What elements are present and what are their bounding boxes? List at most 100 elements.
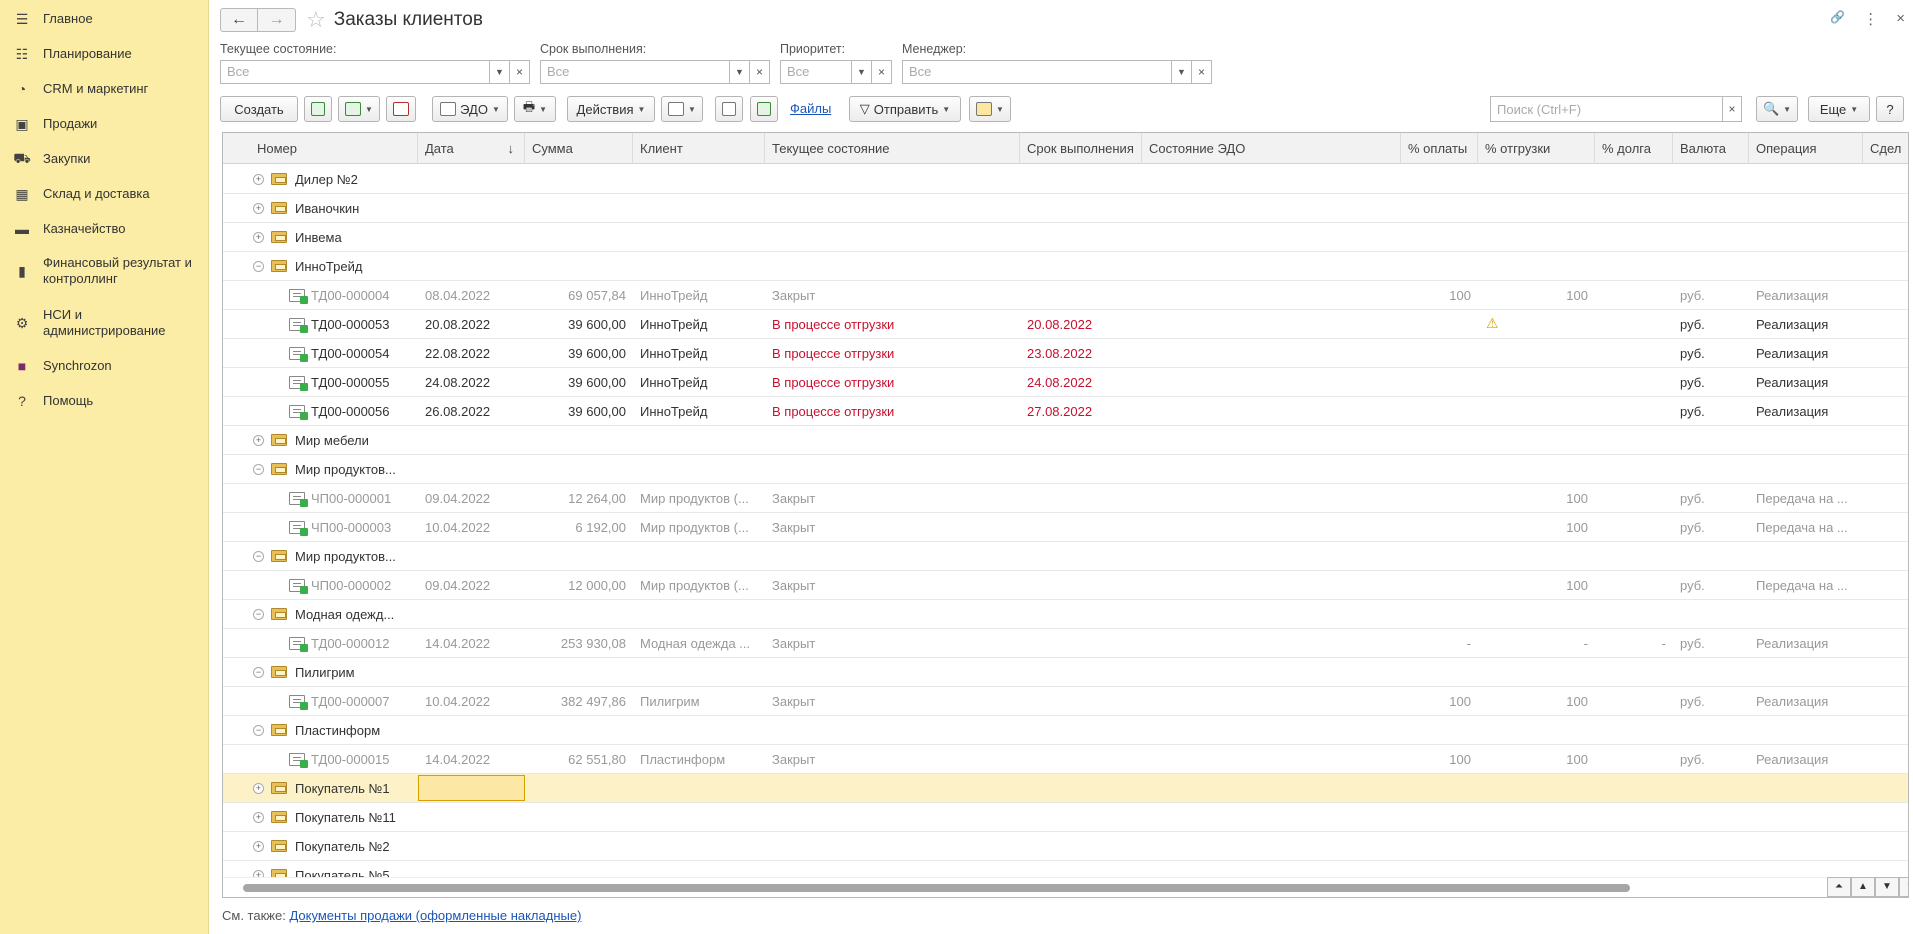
filter-due-input[interactable]: Все — [540, 60, 730, 84]
table-row[interactable]: ЧП00-000003 10.04.2022 6 192,00 Мир продукт… — [223, 513, 1908, 542]
more-button[interactable]: Еще ▼ — [1808, 96, 1870, 122]
last-row-icon[interactable]: ⏷ — [1899, 877, 1908, 897]
prev-row-icon[interactable]: ▲ — [1851, 877, 1875, 897]
group-row[interactable]: + Иваночкин — [223, 194, 1908, 223]
create-button[interactable]: Создать — [220, 96, 298, 122]
sidebar-item-6[interactable]: ▬ Казначейство — [0, 220, 209, 238]
group-row[interactable]: + Инвема — [223, 223, 1908, 252]
sidebar-item-4[interactable]: ⛟ Закупки — [0, 150, 209, 168]
column-header[interactable]: Дата ↓ — [418, 133, 525, 164]
table-row[interactable]: ТД00-000055 24.08.2022 39 600,00 ИнноТрейд В… — [223, 368, 1908, 397]
column-header[interactable]: Номер — [223, 133, 418, 164]
column-header[interactable]: % оплаты — [1401, 133, 1478, 164]
search-input[interactable]: Поиск (Ctrl+F) — [1490, 96, 1734, 122]
list-settings-button[interactable] — [715, 96, 743, 122]
collapse-icon[interactable]: − — [253, 725, 264, 736]
column-header[interactable]: Сдел — [1863, 133, 1908, 164]
sort-desc-icon[interactable]: ↓ — [508, 133, 515, 164]
table-row[interactable]: ТД00-000056 26.08.2022 39 600,00 ИнноТрейд В… — [223, 397, 1908, 426]
table-row[interactable]: ТД00-000007 10.04.2022 382 497,86 Пилигрим З… — [223, 687, 1908, 716]
expand-icon[interactable]: + — [253, 174, 264, 185]
clear-icon[interactable]: × — [750, 60, 770, 84]
edo-button[interactable]: ЭДО ▼ — [432, 96, 508, 122]
expand-icon[interactable]: + — [253, 841, 264, 852]
filter-state-input[interactable]: Все — [220, 60, 490, 84]
expand-icon[interactable]: + — [253, 812, 264, 823]
send-button[interactable]: ▽ Отправить ▼ — [849, 96, 961, 122]
back-button[interactable]: ← — [220, 8, 258, 32]
table-row[interactable]: ТД00-000015 14.04.2022 62 551,80 Пластинфор… — [223, 745, 1908, 774]
collapse-icon[interactable]: − — [253, 551, 264, 562]
sidebar-item-2[interactable]: ◔ CRM и маркетинг — [0, 80, 209, 98]
collapse-icon[interactable]: − — [253, 261, 264, 272]
chevron-down-icon[interactable]: ▼ — [490, 60, 510, 84]
sign-button[interactable] — [750, 96, 778, 122]
filter-priority-input[interactable]: Все — [780, 60, 852, 84]
column-header[interactable]: % долга — [1595, 133, 1673, 164]
sidebar-item-5[interactable]: ▦ Склад и доставка — [0, 185, 209, 203]
selected-cell[interactable] — [418, 775, 525, 801]
scrollbar-thumb[interactable] — [243, 884, 1630, 892]
more-menu-icon[interactable]: ⋮ — [1863, 10, 1878, 28]
sidebar-item-10[interactable]: ? Помощь — [0, 392, 209, 410]
sidebar-item-3[interactable]: ▣ Продажи — [0, 115, 209, 133]
filter-manager-input[interactable]: Все — [902, 60, 1172, 84]
table-row[interactable]: ЧП00-000001 09.04.2022 12 264,00 Мир продук… — [223, 484, 1908, 513]
clear-icon[interactable]: × — [510, 60, 530, 84]
group-row[interactable]: − ИнноТрейд — [223, 252, 1908, 281]
expand-icon[interactable]: + — [253, 435, 264, 446]
reports-button[interactable]: ▼ — [661, 96, 703, 122]
barcode-button[interactable] — [386, 96, 416, 122]
expand-icon[interactable]: + — [253, 783, 264, 794]
first-row-icon[interactable]: ⏶ — [1827, 877, 1851, 897]
sidebar-item-8[interactable]: ⚙ НСИ и администрирование — [0, 307, 209, 339]
files-link[interactable]: Файлы — [790, 101, 831, 116]
chevron-down-icon[interactable]: ▼ — [1172, 60, 1192, 84]
group-row[interactable]: + Дилер №2 — [223, 165, 1908, 194]
chevron-down-icon[interactable]: ▼ — [852, 60, 872, 84]
column-header[interactable]: Состояние ЭДО — [1142, 133, 1401, 164]
collapse-icon[interactable]: − — [253, 609, 264, 620]
expand-icon[interactable]: + — [253, 203, 264, 214]
clear-icon[interactable]: × — [1192, 60, 1212, 84]
table-row[interactable]: ТД00-000004 08.04.2022 69 057,84 ИнноТрейд З… — [223, 281, 1908, 310]
column-header[interactable]: Текущее состояние — [765, 133, 1020, 164]
column-header[interactable]: Срок выполнения — [1020, 133, 1142, 164]
next-row-icon[interactable]: ▼ — [1875, 877, 1899, 897]
create-based-on-button[interactable] — [304, 96, 332, 122]
table-row[interactable]: ТД00-000053 20.08.2022 39 600,00 ИнноТрейд В… — [223, 310, 1908, 339]
search-button[interactable]: 🔍 ▼ — [1756, 96, 1798, 122]
group-row[interactable]: − Мир продуктов... — [223, 542, 1908, 571]
close-icon[interactable]: × — [1896, 10, 1905, 28]
table-row[interactable]: ЧП00-000002 09.04.2022 12 000,00 Мир продук… — [223, 571, 1908, 600]
group-row[interactable]: − Пилигрим — [223, 658, 1908, 687]
sidebar-item-1[interactable]: ☷ Планирование — [0, 45, 209, 63]
help-button[interactable]: ? — [1876, 96, 1904, 122]
sidebar-item-0[interactable]: ☰ Главное — [0, 10, 209, 28]
column-header[interactable]: Валюта — [1673, 133, 1749, 164]
favorite-star-icon[interactable]: ☆ — [306, 7, 326, 33]
status-menu-button[interactable]: ▼ — [969, 96, 1011, 122]
copy-menu-button[interactable]: ▼ — [338, 96, 380, 122]
group-row[interactable]: − Модная одежд... — [223, 600, 1908, 629]
sidebar-item-9[interactable]: ■ Synchrozon — [0, 357, 209, 375]
group-row[interactable]: + Покупатель №1 — [223, 774, 1908, 803]
collapse-icon[interactable]: − — [253, 667, 264, 678]
group-row[interactable]: + Покупатель №11 — [223, 803, 1908, 832]
forward-button[interactable]: → — [258, 8, 296, 32]
group-row[interactable]: − Пластинформ — [223, 716, 1908, 745]
actions-button[interactable]: Действия ▼ — [567, 96, 655, 122]
print-button[interactable]: 🖶 ▼ — [514, 96, 556, 122]
expand-icon[interactable]: + — [253, 232, 264, 243]
column-header[interactable]: Операция — [1749, 133, 1863, 164]
table-row[interactable]: ТД00-000012 14.04.2022 253 930,08 Модная од… — [223, 629, 1908, 658]
sales-documents-link[interactable]: Документы продажи (оформленные накладные… — [289, 908, 581, 923]
column-header[interactable]: % отгрузки — [1478, 133, 1595, 164]
link-icon[interactable]: 🔗 — [1830, 10, 1845, 28]
group-row[interactable]: + Покупатель №2 — [223, 832, 1908, 861]
chevron-down-icon[interactable]: ▼ — [730, 60, 750, 84]
group-row[interactable]: − Мир продуктов... — [223, 455, 1908, 484]
clear-icon[interactable]: × — [872, 60, 892, 84]
search-clear-icon[interactable]: × — [1722, 96, 1742, 122]
horizontal-scrollbar[interactable]: ⏶ ▲ ▼ ⏷ — [223, 877, 1908, 897]
